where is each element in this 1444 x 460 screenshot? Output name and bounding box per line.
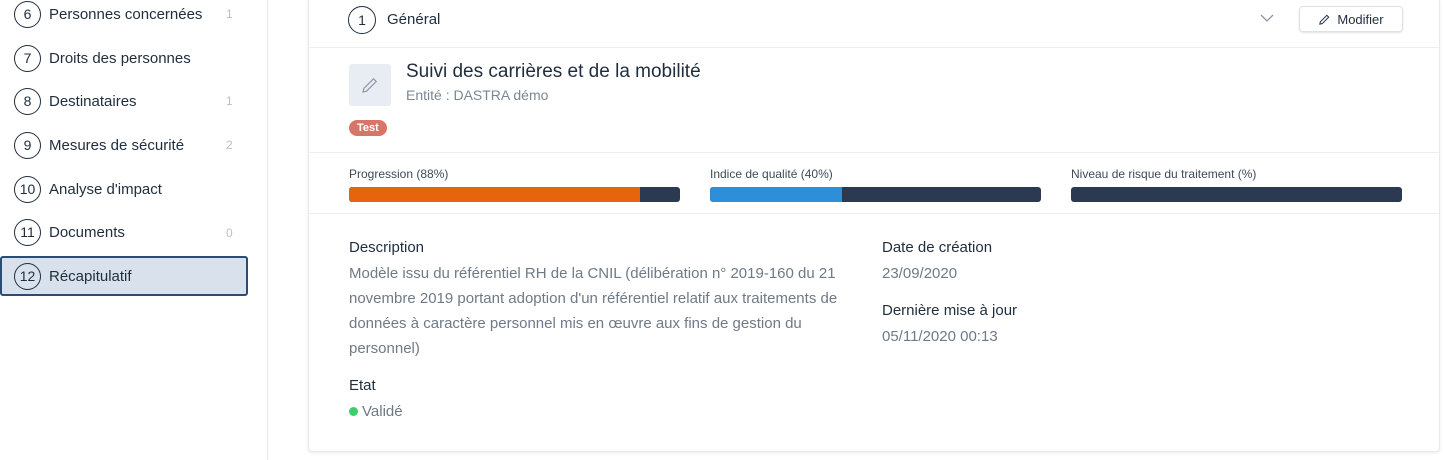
sidebar-item-label: Droits des personnes (49, 49, 191, 67)
progress-bar (349, 187, 680, 202)
step-number: 11 (14, 218, 41, 246)
step-number: 9 (14, 131, 41, 159)
metric-label: Niveau de risque du traitement (%) (1071, 167, 1257, 181)
item-count: 1 (226, 94, 233, 108)
sidebar-item-droits-des-personnes[interactable]: 7 Droits des personnes (0, 38, 248, 78)
divider (309, 152, 1439, 153)
status-badge: Test (349, 120, 387, 136)
treatment-title: Suivi des carrières et de la mobilité (406, 61, 701, 82)
item-count: 1 (226, 7, 233, 21)
chevron-down-icon[interactable] (1259, 10, 1275, 26)
sidebar-item-label: Destinataires (49, 92, 137, 110)
section-number: 1 (348, 6, 376, 34)
treatment-entity: Entité : DASTRA démo (406, 87, 549, 103)
step-number: 6 (14, 0, 41, 28)
risk-bar (1071, 187, 1402, 202)
sidebar-item-documents[interactable]: 11 Documents 0 (0, 212, 248, 252)
sidebar-item-analyse-d-impact[interactable]: 10 Analyse d'impact (0, 169, 248, 209)
state-label: Etat (349, 377, 376, 394)
sidebar-item-label: Personnes concernées (49, 5, 203, 23)
step-number: 12 (14, 262, 41, 290)
sidebar-item-personnes-concernees[interactable]: 6 Personnes concernées 1 (0, 0, 248, 34)
sidebar-item-mesures-de-securite[interactable]: 9 Mesures de sécurité 2 (0, 125, 248, 165)
divider (309, 213, 1439, 214)
sidebar-item-label: Récapitulatif (49, 267, 132, 285)
state-value: Validé (349, 399, 403, 424)
risk-metric: Niveau de risque du traitement (%) (1071, 167, 1402, 202)
quality-bar-fill (710, 187, 843, 202)
step-number: 7 (14, 44, 41, 72)
progress-bar-fill (349, 187, 641, 202)
progression-metric: Progression (88%) (349, 167, 680, 202)
pencil-icon (362, 77, 378, 93)
item-count: 0 (226, 226, 233, 240)
description-label: Description (349, 239, 425, 256)
sidebar-item-destinataires[interactable]: 8 Destinataires 1 (0, 81, 248, 121)
description-value: Modèle issu du référentiel RH de la CNIL… (349, 265, 838, 357)
section-header: 1 Général Modifier (309, 0, 1439, 48)
general-section-card: 1 Général Modifier Suivi des carrières e… (308, 0, 1440, 452)
updated-value: 05/11/2020 00:13 (882, 328, 998, 345)
sidebar-item-recapitulatif[interactable]: 12 Récapitulatif (0, 256, 248, 296)
modify-button[interactable]: Modifier (1299, 6, 1403, 32)
sidebar-item-label: Mesures de sécurité (49, 136, 185, 154)
state-text: Validé (362, 403, 403, 420)
sidebar-item-label: Analyse d'impact (49, 180, 162, 198)
item-count: 2 (226, 138, 233, 152)
section-title: Général (387, 11, 441, 28)
quality-bar (710, 187, 1041, 202)
metric-label: Indice de qualité (40%) (710, 167, 833, 181)
sidebar-item-label: Documents (49, 223, 125, 241)
step-number: 8 (14, 87, 41, 115)
step-number: 10 (14, 175, 41, 203)
sidebar: 6 Personnes concernées 1 7 Droits des pe… (0, 0, 268, 460)
treatment-icon (349, 64, 391, 106)
status-dot-icon (349, 406, 358, 416)
pencil-icon (1319, 14, 1330, 25)
created-value: 23/09/2020 (882, 265, 958, 282)
metric-label: Progression (88%) (349, 167, 449, 181)
created-label: Date de création (882, 239, 993, 256)
updated-label: Dernière mise à jour (882, 302, 1018, 319)
quality-metric: Indice de qualité (40%) (710, 167, 1041, 202)
modify-button-label: Modifier (1337, 11, 1384, 27)
